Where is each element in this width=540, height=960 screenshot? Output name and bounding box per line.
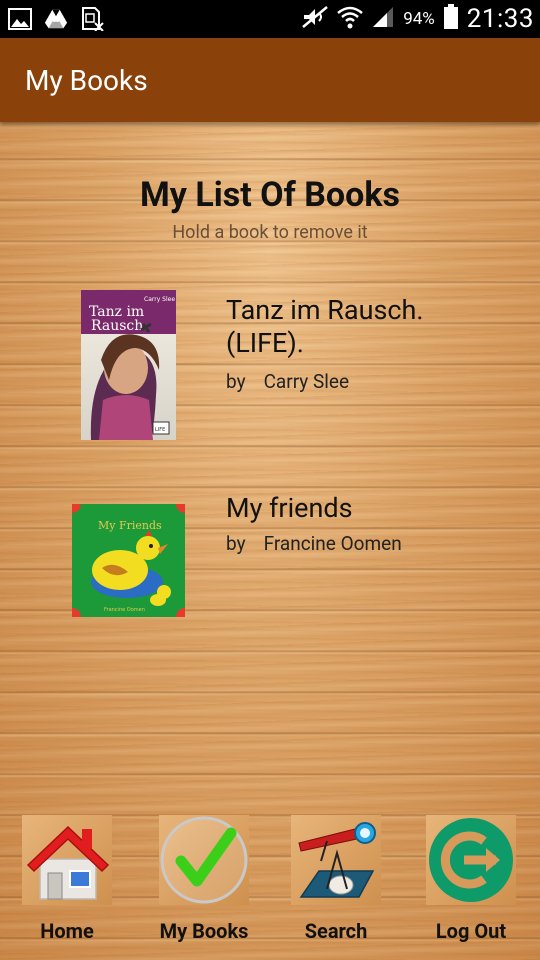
telescope-icon xyxy=(291,815,381,905)
page-title: My List Of Books xyxy=(140,175,400,215)
nav-label: Log Out xyxy=(435,919,507,943)
by-label: by xyxy=(226,532,246,555)
book-title: My friends xyxy=(226,492,353,524)
checkmark-icon xyxy=(159,815,249,905)
nav-label: Search xyxy=(304,919,368,943)
book-author: Carry Slee xyxy=(263,370,350,393)
wifi-icon xyxy=(337,5,363,33)
status-time: 21:33 xyxy=(466,4,534,34)
home-icon xyxy=(22,815,112,905)
app-bar-title: My Books xyxy=(25,64,148,97)
nav-label: My Books xyxy=(159,919,249,943)
battery-percent: 94% xyxy=(403,9,435,29)
cover-author: Carry Slee xyxy=(144,296,175,303)
cover-title: My Friends xyxy=(98,519,162,532)
cover-badge: LIFE xyxy=(155,427,165,433)
battery-icon xyxy=(443,4,459,34)
book-author: Francine Oomen xyxy=(263,532,402,555)
book-cover: Carry Slee Tanz im Rausch LIFE xyxy=(81,290,176,440)
sim-icon xyxy=(80,7,104,31)
status-right: 94% 21:33 xyxy=(301,4,534,34)
book-list-item[interactable]: Carry Slee Tanz im Rausch LIFE Tanz im R… xyxy=(0,288,540,448)
logout-icon xyxy=(426,815,516,905)
status-bar: 94% 21:33 xyxy=(0,0,540,38)
signal-icon xyxy=(371,5,395,33)
page-subtitle: Hold a book to remove it xyxy=(172,222,368,243)
nav-item-my-books[interactable]: My Books xyxy=(145,815,265,955)
nav-item-home[interactable]: Home xyxy=(8,815,128,955)
nav-item-search[interactable]: Search xyxy=(277,815,397,955)
nav-label: Home xyxy=(40,919,94,943)
drive-icon xyxy=(44,7,68,31)
book-author-row: by Francine Oomen xyxy=(226,532,402,555)
book-cover: My Friends Francine Oomen xyxy=(63,495,194,626)
svg-text:Rausch: Rausch xyxy=(91,318,143,334)
mute-icon xyxy=(301,5,329,33)
app-bar: My Books xyxy=(0,38,540,122)
status-left-icons xyxy=(8,7,104,31)
image-icon xyxy=(8,7,32,31)
book-title: Tanz im Rausch. (LIFE). xyxy=(226,294,424,359)
nav-item-log-out[interactable]: Log Out xyxy=(412,815,532,955)
book-list-item[interactable]: My Friends Francine Oomen My friends by F… xyxy=(0,492,540,626)
book-author-row: by Carry Slee xyxy=(226,370,349,393)
by-label: by xyxy=(226,370,246,393)
cover-author: Francine Oomen xyxy=(104,607,145,613)
